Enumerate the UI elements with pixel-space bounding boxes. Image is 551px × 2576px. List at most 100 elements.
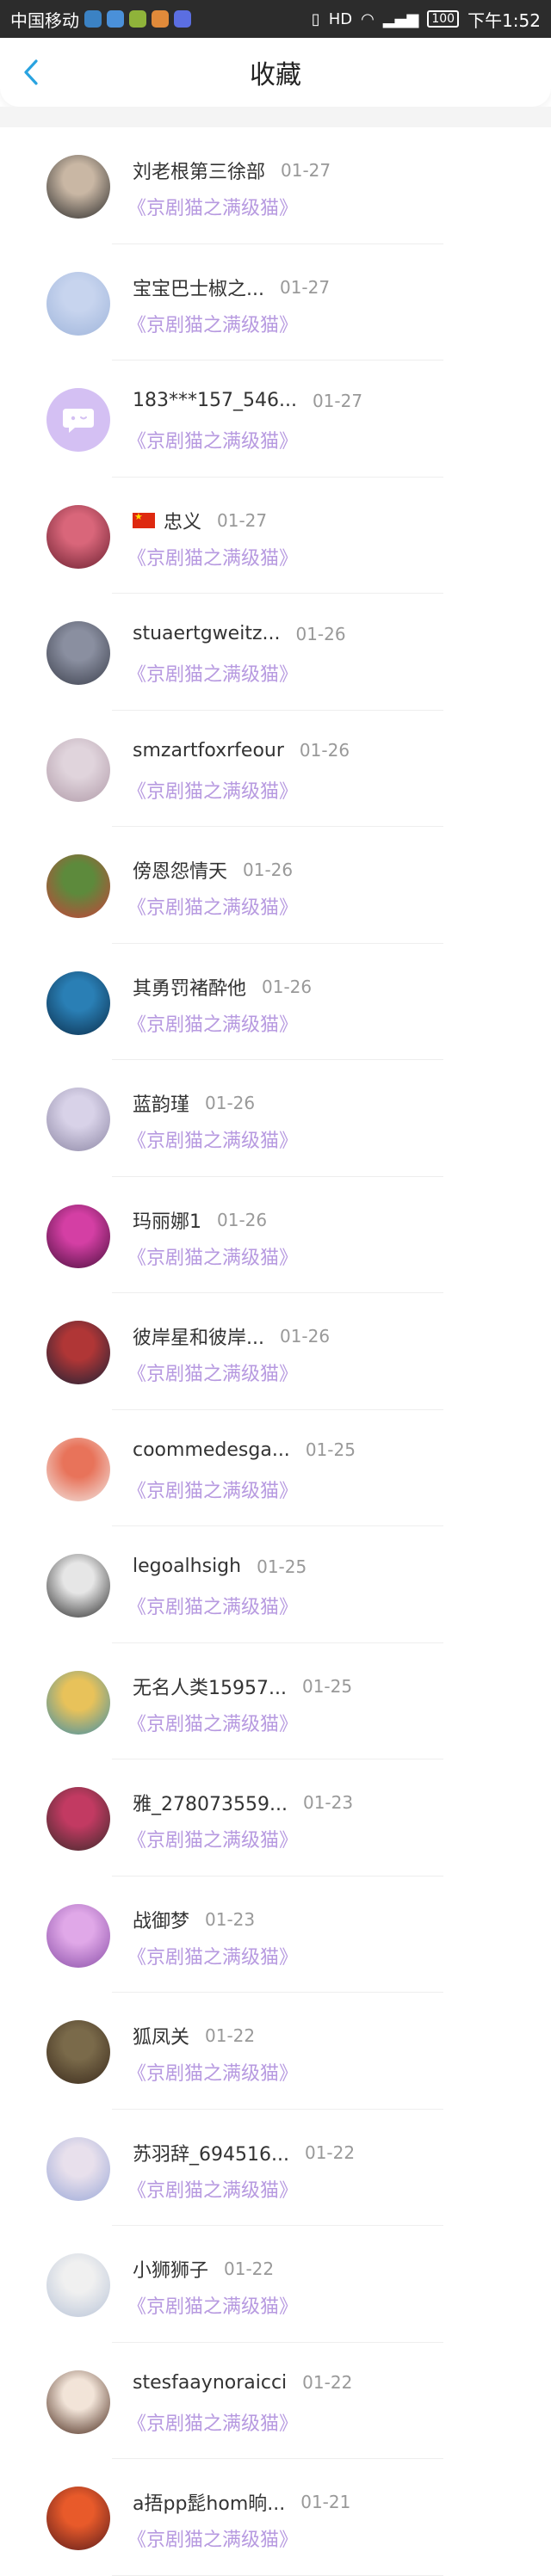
user-name: 宝宝巴士椒之...	[133, 278, 264, 300]
status-left: 中国移动	[10, 7, 191, 32]
favorite-title-link[interactable]: 《京剧猫之满级猫》	[127, 2408, 298, 2436]
favorite-row[interactable]: 苏羽辞_694516... 01-22 《京剧猫之满级猫》	[0, 2110, 551, 2226]
favorite-row[interactable]: 小狮狮子 01-22 《京剧猫之满级猫》	[0, 2226, 551, 2343]
avatar[interactable]	[46, 1903, 110, 1968]
row-header: 183***157_546... 01-27	[133, 390, 362, 411]
favorite-row[interactable]: 玛丽娜1 01-26 《京剧猫之满级猫》	[0, 1177, 551, 1293]
favorite-row[interactable]: 忠义 01-27 《京剧猫之满级猫》	[0, 478, 551, 594]
favorite-title-link[interactable]: 《京剧猫之满级猫》	[127, 659, 298, 687]
row-header: 其勇罚褚酔他 01-26	[133, 973, 312, 1001]
row-header: 苏羽辞_694516... 01-22	[133, 2139, 355, 2166]
favorite-row[interactable]: 彼岸星和彼岸... 01-26 《京剧猫之满级猫》	[0, 1293, 551, 1410]
avatar[interactable]	[46, 1321, 110, 1384]
user-name: coommedesga...	[133, 1439, 290, 1461]
favorite-title-link[interactable]: 《京剧猫之满级猫》	[127, 892, 298, 920]
favorite-date: 01-25	[301, 1675, 353, 1697]
user-name: 雅_278073559...	[133, 1794, 288, 1815]
favorite-title-link[interactable]: 《京剧猫之满级猫》	[127, 2524, 298, 2552]
user-name: stesfaaynoraicci	[133, 2371, 288, 2394]
avatar[interactable]	[46, 1787, 110, 1851]
favorite-row[interactable]: 战御梦 01-23 《京剧猫之满级猫》	[0, 1877, 551, 1993]
favorite-row[interactable]: 刘老根第三徐部 01-27 《京剧猫之满级猫》	[0, 127, 551, 244]
app-notification-icon	[107, 10, 124, 28]
favorite-row[interactable]: 其勇罚褚酔他 01-26 《京剧猫之满级猫》	[0, 944, 551, 1060]
carrier-label: 中国移动	[10, 9, 79, 31]
favorite-row[interactable]: a捂pp髭hom晌... 01-21 《京剧猫之满级猫》	[0, 2459, 551, 2576]
user-name: 战御梦	[133, 1910, 190, 1932]
favorite-title-link[interactable]: 《京剧猫之满级猫》	[127, 1592, 298, 1619]
favorite-title-link[interactable]: 《京剧猫之满级猫》	[127, 1125, 298, 1153]
favorite-title-link[interactable]: 《京剧猫之满级猫》	[127, 1242, 298, 1270]
favorite-date: 01-26	[279, 1326, 331, 1347]
favorite-title-link[interactable]: 《京剧猫之满级猫》	[127, 1009, 298, 1037]
favorite-title-link[interactable]: 《京剧猫之满级猫》	[127, 543, 298, 570]
row-header: 蓝韵瑾 01-26	[133, 1089, 255, 1117]
favorite-row[interactable]: smzartfoxrfeour 01-26 《京剧猫之满级猫》	[0, 711, 551, 827]
favorite-date: 01-26	[217, 1209, 268, 1230]
favorite-title-link[interactable]: 《京剧猫之满级猫》	[127, 310, 298, 337]
favorite-date: 01-26	[262, 976, 313, 997]
row-header: 刘老根第三徐部 01-27	[133, 157, 331, 184]
favorite-row[interactable]: 傍恩怨情天 01-26 《京剧猫之满级猫》	[0, 827, 551, 944]
favorite-date: 01-25	[257, 1556, 307, 1577]
app-notification-icon	[152, 10, 169, 28]
row-header: smzartfoxrfeour 01-26	[133, 740, 350, 761]
avatar[interactable]	[46, 621, 110, 685]
favorite-title-link[interactable]: 《京剧猫之满级猫》	[127, 193, 298, 220]
avatar[interactable]	[46, 1088, 110, 1151]
favorite-title-link[interactable]: 《京剧猫之满级猫》	[127, 776, 298, 804]
avatar[interactable]	[46, 2020, 110, 2084]
avatar[interactable]	[46, 1670, 110, 1735]
favorite-row[interactable]: 雅_278073559... 01-23 《京剧猫之满级猫》	[0, 1759, 551, 1877]
avatar[interactable]	[46, 1437, 110, 1501]
favorite-row[interactable]: 宝宝巴士椒之... 01-27 《京剧猫之满级猫》	[0, 244, 551, 361]
favorite-title-link[interactable]: 《京剧猫之满级猫》	[127, 1709, 298, 1736]
avatar[interactable]	[46, 271, 110, 336]
favorite-title-link[interactable]: 《京剧猫之满级猫》	[127, 1359, 298, 1386]
avatar[interactable]	[46, 388, 110, 452]
back-button[interactable]	[14, 55, 48, 89]
avatar[interactable]	[46, 854, 110, 918]
avatar[interactable]	[46, 2370, 110, 2434]
avatar[interactable]	[46, 971, 110, 1035]
avatar[interactable]	[46, 155, 110, 219]
favorite-title-link[interactable]: 《京剧猫之满级猫》	[127, 1942, 298, 1969]
avatar[interactable]	[46, 2136, 110, 2201]
battery-indicator: 100	[427, 10, 460, 28]
chat-bubble-icon	[63, 409, 94, 433]
favorite-title-link[interactable]: 《京剧猫之满级猫》	[127, 1476, 298, 1503]
favorite-title-link[interactable]: 《京剧猫之满级猫》	[127, 426, 298, 453]
favorite-date: 01-27	[279, 276, 331, 298]
user-name: legoalhsigh	[133, 1556, 242, 1577]
favorite-date: 01-27	[281, 160, 331, 181]
favorite-title-link[interactable]: 《京剧猫之满级猫》	[127, 1825, 298, 1852]
avatar[interactable]	[46, 2487, 110, 2550]
avatar[interactable]	[46, 504, 110, 569]
favorite-row[interactable]: 183***157_546... 01-27 《京剧猫之满级猫》	[0, 361, 551, 478]
favorite-title-link[interactable]: 《京剧猫之满级猫》	[127, 2175, 298, 2203]
favorite-row[interactable]: stesfaaynoraicci 01-22 《京剧猫之满级猫》	[0, 2343, 551, 2459]
avatar[interactable]	[46, 1554, 110, 1618]
favorite-row[interactable]: legoalhsigh 01-25 《京剧猫之满级猫》	[0, 1526, 551, 1643]
favorite-row[interactable]: 无名人类15957... 01-25 《京剧猫之满级猫》	[0, 1643, 551, 1759]
avatar[interactable]	[46, 1204, 110, 1268]
favorite-date: 01-22	[205, 2025, 256, 2046]
favorite-date: 01-26	[205, 1093, 256, 1113]
user-name: smzartfoxrfeour	[133, 739, 284, 761]
favorite-date: 01-22	[302, 2372, 353, 2393]
favorite-date: 01-26	[299, 740, 350, 761]
favorite-row[interactable]: 蓝韵瑾 01-26 《京剧猫之满级猫》	[0, 1060, 551, 1177]
favorite-row[interactable]: stuaertgweitz... 01-26 《京剧猫之满级猫》	[0, 594, 551, 711]
signal-icon: ▂▄▆	[382, 9, 419, 28]
favorite-date: 01-23	[302, 1792, 354, 1813]
favorite-title-link[interactable]: 《京剧猫之满级猫》	[127, 2291, 298, 2319]
avatar[interactable]	[46, 2253, 110, 2317]
user-name: 小狮狮子	[133, 2260, 209, 2282]
user-name: 刘老根第三徐部	[133, 162, 266, 183]
avatar[interactable]	[46, 737, 110, 802]
favorite-title-link[interactable]: 《京剧猫之满级猫》	[127, 2058, 298, 2086]
vibrate-icon: ▯	[311, 9, 320, 28]
favorite-row[interactable]: 狐凤关 01-22 《京剧猫之满级猫》	[0, 1993, 551, 2110]
favorite-row[interactable]: coommedesga... 01-25 《京剧猫之满级猫》	[0, 1410, 551, 1526]
favorite-date: 01-23	[205, 1908, 256, 1930]
